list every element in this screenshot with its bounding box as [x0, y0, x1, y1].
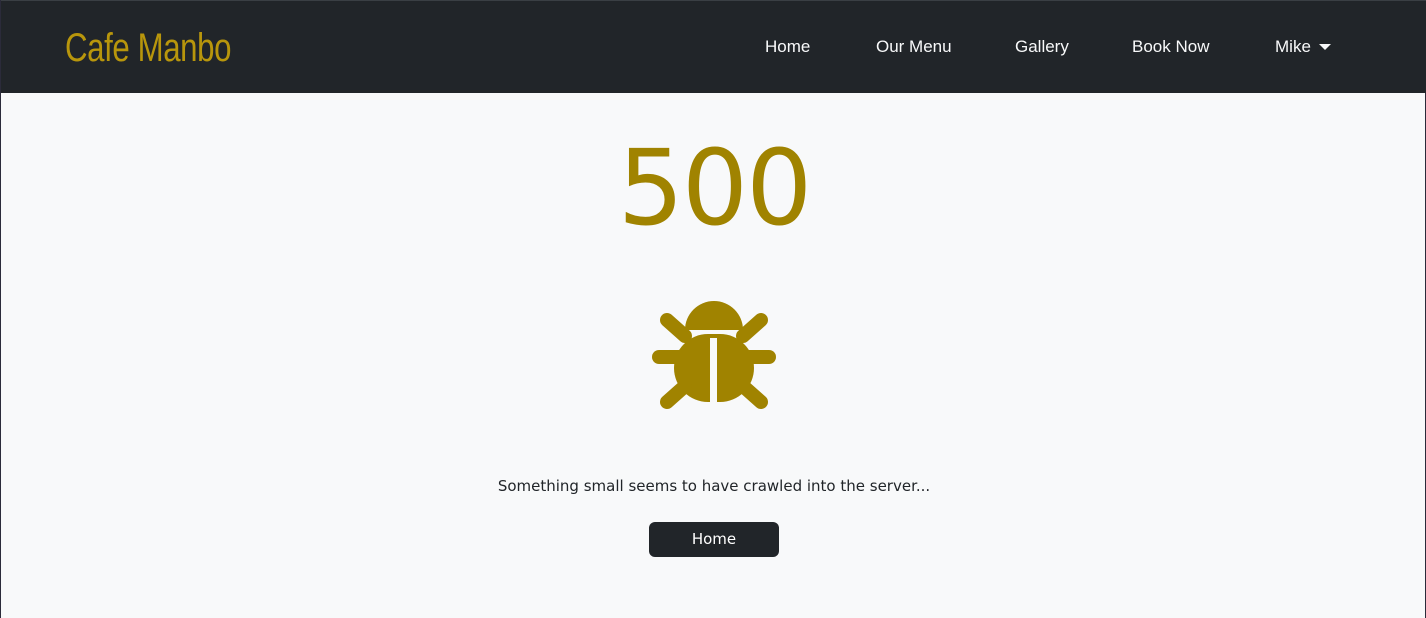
nav-menu-link[interactable]: Our Menu	[876, 34, 952, 60]
nav-gallery-link[interactable]: Gallery	[1015, 34, 1069, 60]
navbar: Cafe Manbo Home Our Menu Gallery Book No…	[1, 0, 1426, 93]
brand-logo[interactable]: Cafe Manbo	[65, 25, 231, 71]
caret-down-icon	[1318, 43, 1331, 50]
nav-book-now-link[interactable]: Book Now	[1132, 34, 1209, 60]
home-button[interactable]: Home	[649, 522, 779, 557]
user-dropdown[interactable]: Mike	[1275, 34, 1331, 60]
bug-icon	[652, 301, 776, 409]
error-message: Something small seems to have crawled in…	[497, 477, 931, 495]
user-name: Mike	[1275, 37, 1311, 56]
nav-home-link[interactable]: Home	[765, 34, 810, 60]
error-code: 500	[617, 127, 813, 249]
